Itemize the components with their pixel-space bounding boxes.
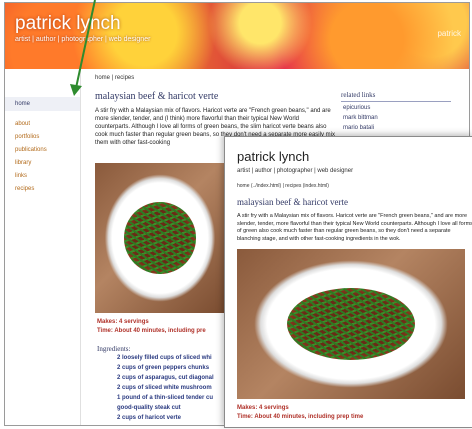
sidebar-nav: home about portfolios publications libra… bbox=[5, 69, 81, 425]
time-text: Time: About 40 minutes, including pre bbox=[97, 328, 206, 334]
related-link-mario-batali[interactable]: mario batali bbox=[343, 125, 374, 131]
related-link-mark-bittman[interactable]: mark bittman bbox=[343, 115, 378, 121]
ingredient-item: 2 loosely filled cups of sliced whi bbox=[117, 355, 212, 361]
sidebar-item-portfolios[interactable]: portfolios bbox=[5, 132, 80, 142]
banner-right-text: patrick bbox=[437, 29, 461, 38]
related-link-epicurious[interactable]: epicurious bbox=[343, 105, 370, 111]
ingredient-item: good-quality steak cut bbox=[117, 405, 181, 411]
print-page-title: malaysian beef & haricot verte bbox=[237, 197, 348, 207]
annotation-arrow-icon bbox=[70, 0, 96, 96]
print-time-text: Time: About 40 minutes, including prep t… bbox=[237, 414, 364, 420]
ingredient-item: 2 cups of sliced white mushroom bbox=[117, 385, 212, 391]
print-view-window: patrick lynch artist | author | photogra… bbox=[224, 136, 472, 428]
ingredient-item: 2 cups of haricot verte bbox=[117, 415, 182, 421]
sidebar-item-about[interactable]: about bbox=[5, 119, 80, 129]
dish-photo bbox=[95, 163, 225, 313]
breadcrumb[interactable]: home | recipes bbox=[95, 75, 134, 81]
ingredient-item: 1 pound of a thin-sliced tender cu bbox=[117, 395, 214, 401]
sidebar-item-links[interactable]: links bbox=[5, 171, 80, 181]
related-links-title: related links bbox=[341, 91, 451, 102]
print-dish-photo bbox=[237, 249, 465, 399]
sidebar-item-library[interactable]: library bbox=[5, 158, 80, 168]
print-intro-paragraph: A stir fry with a Malaysian mix of flavo… bbox=[237, 213, 472, 242]
print-site-title: patrick lynch bbox=[237, 149, 310, 164]
print-breadcrumb[interactable]: home (../index.html) | recipes (index.ht… bbox=[237, 183, 329, 189]
ingredient-item: 2 cups of green peppers chunks bbox=[117, 365, 210, 371]
sidebar-item-publications[interactable]: publications bbox=[5, 145, 80, 155]
servings-text: Makes: 4 servings bbox=[97, 319, 149, 325]
page-title: malaysian beef & haricot verte bbox=[95, 91, 219, 102]
ingredient-item: 2 cups of asparagus, cut diagonal bbox=[117, 375, 214, 381]
sidebar-item-recipes[interactable]: recipes bbox=[5, 184, 80, 194]
print-site-subtitle: artist | author | photographer | web des… bbox=[237, 168, 354, 174]
ingredients-title: Ingredients: bbox=[97, 345, 131, 353]
print-servings-text: Makes: 4 servings bbox=[237, 405, 289, 411]
